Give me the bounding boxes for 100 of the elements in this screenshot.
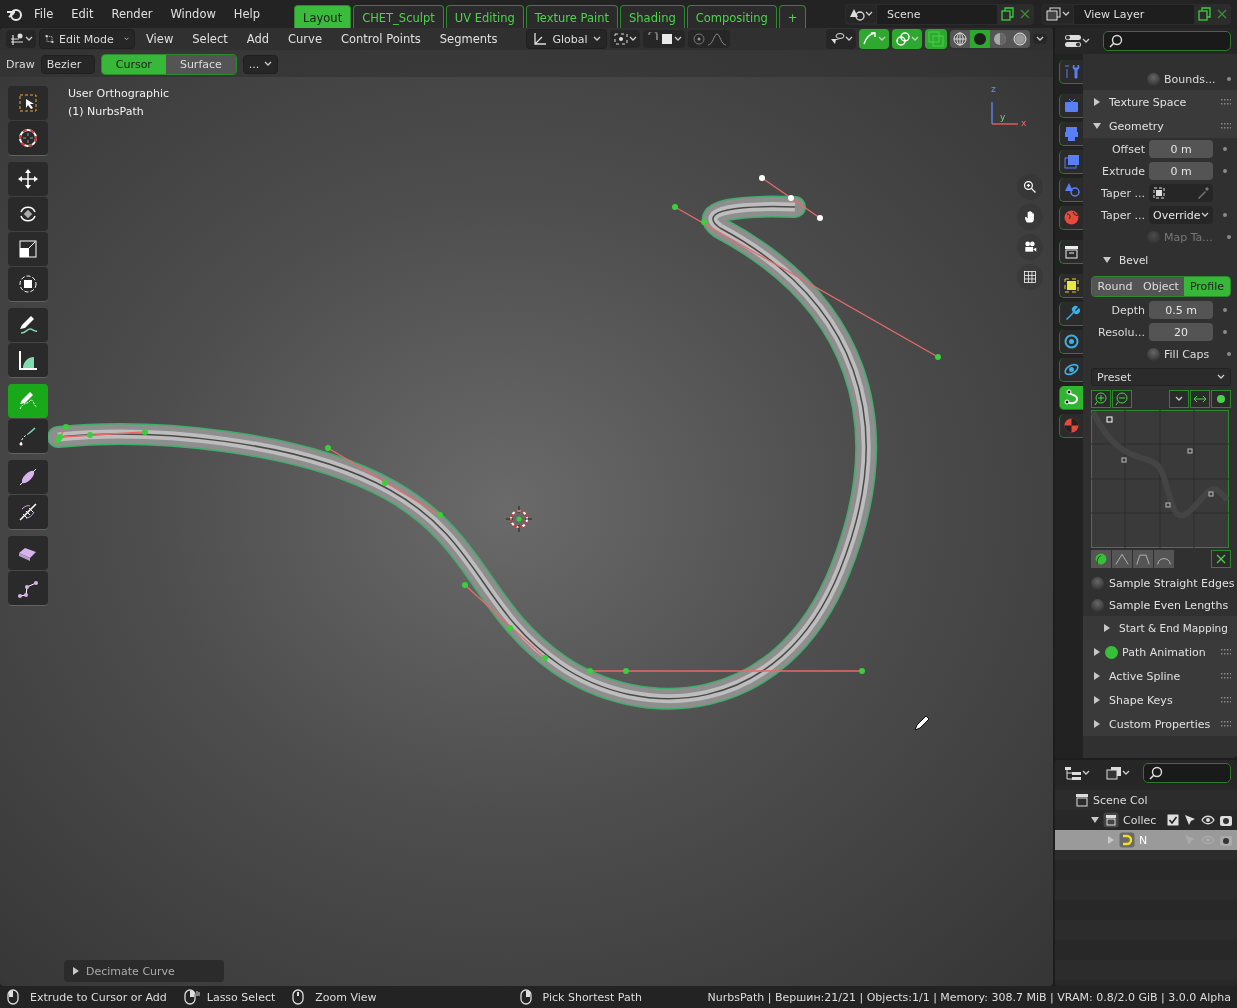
shading-mode-button[interactable]: [970, 30, 990, 48]
workspace-tab[interactable]: CHET_Sculpt: [353, 5, 444, 28]
outliner-row[interactable]: Scene Col: [1055, 790, 1237, 810]
preset-button[interactable]: [1154, 550, 1174, 568]
tool-button[interactable]: [8, 308, 48, 342]
expand-arrow[interactable]: [1093, 672, 1101, 680]
panel-header[interactable]: Texture Space: [1083, 90, 1237, 114]
shading-dropdown[interactable]: [1033, 34, 1047, 44]
tool-button[interactable]: [8, 267, 48, 301]
menu-item[interactable]: Help: [225, 4, 269, 24]
checkbox[interactable]: [1091, 598, 1104, 612]
menu-item[interactable]: Segments: [431, 29, 506, 49]
properties-tab[interactable]: [1059, 274, 1083, 298]
decorator-dot[interactable]: [1227, 352, 1231, 356]
copy-icon[interactable]: [1195, 6, 1213, 22]
bevel-mode-option[interactable]: Round: [1092, 277, 1138, 296]
depth-option[interactable]: Surface: [165, 54, 236, 74]
blender-logo-icon[interactable]: [6, 6, 24, 22]
outliner-row[interactable]: Collec: [1055, 810, 1237, 830]
bevel-mode-option[interactable]: Object: [1138, 277, 1184, 296]
expand-arrow[interactable]: [1103, 256, 1111, 264]
expand-arrow[interactable]: [1091, 816, 1099, 824]
menu-item[interactable]: Edit: [63, 4, 102, 24]
zoom-in-button[interactable]: [1091, 390, 1111, 408]
preset-button[interactable]: [1112, 550, 1132, 568]
panel-header[interactable]: Active Spline: [1083, 664, 1237, 688]
camera-icon[interactable]: [1219, 813, 1233, 827]
tool-button[interactable]: [8, 86, 48, 120]
decorator-dot[interactable]: [1227, 235, 1231, 239]
expand-arrow[interactable]: [1093, 122, 1101, 130]
checkbox[interactable]: [1147, 347, 1160, 361]
menu-item[interactable]: Render: [103, 4, 161, 24]
menu-item[interactable]: Select: [184, 29, 236, 49]
search-field[interactable]: [1143, 763, 1231, 783]
properties-tab[interactable]: [1059, 386, 1083, 410]
zoom-out-button[interactable]: [1112, 390, 1132, 408]
reset-button[interactable]: [1211, 550, 1231, 568]
preset-button[interactable]: [1133, 550, 1153, 568]
decorator-dot[interactable]: [1223, 308, 1227, 312]
menu-item[interactable]: Add: [238, 29, 278, 49]
panel-header[interactable]: Start & End Mapping: [1083, 616, 1237, 640]
curve-type-dropdown[interactable]: Bezier: [40, 54, 95, 74]
properties-tab[interactable]: [1059, 302, 1083, 326]
orientation-dropdown[interactable]: Global: [525, 29, 607, 49]
scene-type-dropdown[interactable]: [1043, 5, 1073, 23]
point-button[interactable]: [1211, 390, 1231, 408]
snap-toggle[interactable]: [642, 30, 685, 48]
decorator-dot[interactable]: [1227, 77, 1231, 81]
overlay-toggle[interactable]: [826, 29, 856, 49]
preset-button[interactable]: [1091, 550, 1111, 568]
panel-header[interactable]: Shape Keys: [1083, 688, 1237, 712]
scene-type-dropdown[interactable]: [846, 5, 876, 23]
scene-field[interactable]: Scene: [877, 4, 997, 24]
dropdown[interactable]: Override: [1149, 206, 1213, 224]
workspace-tab[interactable]: Compositing: [686, 5, 777, 28]
overlay-toggle[interactable]: [859, 29, 889, 49]
tool-button[interactable]: [8, 232, 48, 266]
eye-icon[interactable]: [1201, 813, 1215, 827]
viewport-nav-button[interactable]: [1017, 204, 1043, 230]
add-workspace-tab[interactable]: +: [778, 5, 807, 28]
menu-item[interactable]: Control Points: [333, 29, 429, 49]
preset-dropdown[interactable]: Preset: [1091, 368, 1231, 386]
tool-button[interactable]: [8, 495, 48, 529]
menu-item[interactable]: Curve: [280, 29, 330, 49]
decorator-dot[interactable]: [1223, 213, 1227, 217]
checkbox-icon[interactable]: [1167, 814, 1179, 826]
copy-icon[interactable]: [998, 6, 1016, 22]
properties-tab[interactable]: [1059, 330, 1083, 354]
workspace-tab[interactable]: Layout: [294, 5, 352, 28]
tool-button[interactable]: [8, 162, 48, 196]
shading-mode-button[interactable]: [950, 30, 970, 48]
menu-item[interactable]: Window: [162, 4, 224, 24]
view-layer-field[interactable]: View Layer: [1074, 4, 1194, 24]
tool-button[interactable]: [8, 536, 48, 570]
workspace-tab[interactable]: Texture Paint: [525, 5, 618, 28]
proportional-toggle[interactable]: [687, 30, 730, 48]
workspace-tab[interactable]: UV Editing: [445, 5, 524, 28]
search-field[interactable]: [1103, 31, 1231, 51]
number-field[interactable]: 0 m: [1149, 162, 1213, 180]
decorator-dot[interactable]: [1223, 330, 1227, 334]
shading-mode-button[interactable]: [1010, 30, 1030, 48]
curve-menu-dropdown[interactable]: [1169, 390, 1189, 408]
expand-arrow[interactable]: [1103, 624, 1111, 632]
decorator-dot[interactable]: [1223, 147, 1227, 151]
more-options-dropdown[interactable]: ...: [242, 54, 279, 74]
expand-arrow[interactable]: [1093, 720, 1101, 728]
number-field[interactable]: 0 m: [1149, 140, 1213, 158]
tool-button[interactable]: [8, 460, 48, 494]
last-operator-panel[interactable]: Decimate Curve: [64, 960, 224, 982]
tool-button[interactable]: [8, 197, 48, 231]
viewport-nav-button[interactable]: [1017, 174, 1043, 200]
bevel-mode-option[interactable]: Profile: [1184, 277, 1230, 296]
number-field[interactable]: 20: [1149, 323, 1213, 341]
menu-item[interactable]: File: [26, 4, 62, 24]
tool-button[interactable]: [8, 343, 48, 377]
number-field[interactable]: 0.5 m: [1149, 301, 1213, 319]
flip-button[interactable]: [1190, 390, 1210, 408]
overlay-toggle[interactable]: [892, 29, 922, 49]
camera-icon[interactable]: [1219, 833, 1233, 847]
checkbox[interactable]: [1147, 72, 1160, 86]
